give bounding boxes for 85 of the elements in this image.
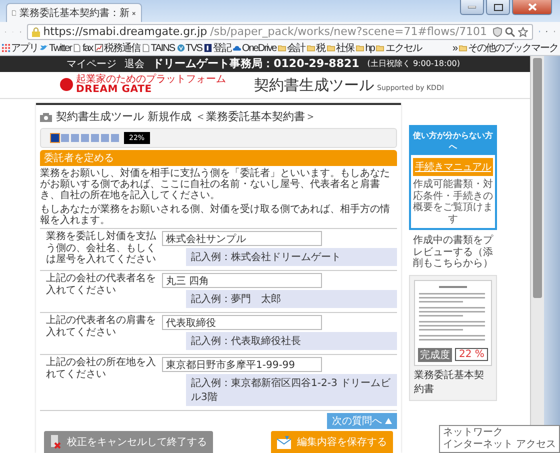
search-icon[interactable] <box>505 26 516 36</box>
answer-field[interactable]: 東京都日野市多摩平1-99-99 <box>162 357 322 372</box>
minimize-icon <box>468 6 476 8</box>
close-button[interactable] <box>512 0 552 15</box>
help-title: 使い方が分からない方へ <box>411 127 495 156</box>
bookmark-link[interactable]: アプリ <box>11 41 38 55</box>
completion-value: 22 % <box>455 348 488 362</box>
maximize-button[interactable] <box>486 0 510 15</box>
question-label: 業務を委託し対価を支払う側の、会社名、もしくは屋号を入れてください <box>46 231 157 266</box>
logo-text[interactable]: DREAM GATE <box>76 85 226 96</box>
folder-icon <box>278 44 286 52</box>
document-name: 業務委託基本契約書 <box>414 368 485 396</box>
star-icon[interactable] <box>518 26 528 36</box>
network-tooltip: ネットワーク インターネット アクセス <box>438 425 560 453</box>
address-field[interactable]: https://smabi.dreamgate.gr.jp /sb/paper_pack/works/new?scene=71#flows/7101 <box>27 24 534 40</box>
bookmark-link[interactable]: エクセル <box>385 41 422 55</box>
cloud-icon <box>232 44 241 52</box>
page-icon <box>142 44 150 52</box>
progress-step[interactable] <box>71 134 79 142</box>
maximize-icon <box>494 4 502 10</box>
bookmark-link[interactable]: hp <box>365 42 374 54</box>
bookmark-link[interactable]: 登記 <box>212 41 231 55</box>
tab-title: 業務委託基本契約書：新 <box>19 6 130 20</box>
more-bookmarks-button[interactable]: » <box>452 42 457 54</box>
instruction-text: 業務をお願いし、対価を相手に支払う側を「委託者」といいます。もしあなたがお願いする側であれば、ここに自社の名前・ないし屋号、代表者名と肩書き、自社の所在地を記入してください。 <box>40 168 391 202</box>
top-link[interactable]: 退会 <box>124 56 145 71</box>
delete-document-icon <box>50 435 61 449</box>
progress-step[interactable] <box>111 134 119 142</box>
bookmark-link[interactable]: 税務通信 <box>104 41 140 55</box>
bookmark-link[interactable]: TVS <box>186 42 202 54</box>
progress-step[interactable] <box>51 134 59 142</box>
help-text: 作成可能書類・対応条件・手続きの概要をご覧頂けます <box>412 179 494 226</box>
browser-tab[interactable]: 業務委託基本契約書：新 <box>6 3 142 22</box>
example-hint: 記入例：株式会社ドリームゲート <box>186 248 397 266</box>
folder-icon <box>327 44 336 52</box>
up-arrow-icon <box>385 418 392 424</box>
bookmark-link[interactable]: 税 <box>316 41 326 55</box>
instruction-text: もしあなたが業務をお願いされる側、対価を受け取る側であれば、相手方の情報を入れます。 <box>40 204 391 226</box>
chart-icon <box>94 44 103 52</box>
bookmark-link[interactable]: OneDrive <box>242 42 276 54</box>
bookmark-link[interactable]: TAINS <box>150 42 175 54</box>
preview-panel[interactable]: 完成度 22 % 業務委託基本契約書 <box>409 274 497 401</box>
shield-icon[interactable] <box>493 26 502 36</box>
close-icon <box>528 3 536 11</box>
answer-field[interactable]: 株式会社サンプル <box>162 231 322 246</box>
question-label: 上記の代表者名の肩書を入れてください <box>46 315 157 340</box>
page-icon <box>12 8 16 18</box>
logo-tagline: 起業家のためのプラットフォーム <box>76 74 226 86</box>
folder-icon <box>459 44 467 52</box>
example-hint: 記入例：夢門 太郎 <box>186 290 397 308</box>
progress-step[interactable] <box>81 134 89 142</box>
business-hours: (土日祝除く 9:00-18:00) <box>367 58 460 70</box>
example-hint: 記入例：東京都新宿区四谷1-2-3 ドリームビル3階 <box>186 374 397 406</box>
progress-step[interactable] <box>61 134 69 142</box>
preview-title[interactable]: 作成中の書類をプレビューする（添削もこちらから） <box>409 235 497 270</box>
progress-step[interactable] <box>91 134 99 142</box>
close-icon[interactable] <box>132 10 136 16</box>
contact-phone: ドリームゲート事務局：0120-29-8821 <box>152 56 360 72</box>
globe-icon <box>176 44 185 52</box>
folder-icon <box>356 44 364 52</box>
answer-field[interactable]: 丸三 四角 <box>162 273 322 288</box>
folder-icon <box>307 44 316 52</box>
page-title: 契約書生成ツール 新規作成 ＜業務委託基本契約書＞ <box>56 109 316 124</box>
completion-label: 完成度 <box>418 348 452 362</box>
bookmark-link[interactable]: Twitter <box>49 42 72 54</box>
logo-mark <box>60 78 73 92</box>
bookmark-link[interactable]: fax <box>82 42 93 54</box>
apps-grid-icon <box>2 44 10 52</box>
question-label: 上記の会社の所在地を入れてください <box>46 357 157 382</box>
question-label: 上記の会社の代表者名を入れてください <box>46 273 157 298</box>
example-hint: 記入例：代表取締役社長 <box>186 332 397 350</box>
bookmark-link[interactable]: 社保 <box>336 41 354 55</box>
lock-icon <box>32 26 40 36</box>
page-icon <box>73 44 82 52</box>
progress-step[interactable] <box>101 134 109 142</box>
envelope-icon <box>277 436 291 448</box>
top-link[interactable]: マイページ <box>66 56 117 71</box>
tool-title: 契約書生成ツール <box>254 76 374 94</box>
answer-field[interactable]: 代表取締役 <box>162 315 322 330</box>
bookmark-link[interactable]: その他のブックマーク <box>468 41 558 55</box>
bookmark-link[interactable]: 会計 <box>287 41 306 55</box>
book-icon <box>204 44 212 52</box>
section-heading: 委託者を定める <box>40 150 397 166</box>
folder-icon <box>376 44 384 52</box>
bird-icon <box>40 44 48 52</box>
